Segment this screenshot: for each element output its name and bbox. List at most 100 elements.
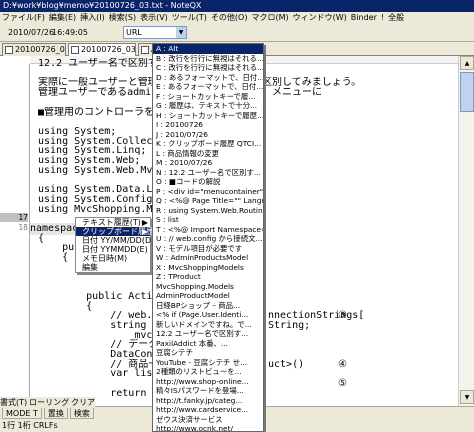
context-menu-item[interactable]: メモ日時(M) xyxy=(76,254,150,263)
clipboard-history-item[interactable]: 日経BPショップ – 商品... xyxy=(153,301,263,311)
chevron-down-icon[interactable]: ▼ xyxy=(176,27,186,38)
clipboard-history-item[interactable]: L : 商品情報の変更 xyxy=(153,149,263,159)
context-menu-label: 日付 YYMMDD(E) xyxy=(82,245,148,254)
menu-item[interactable]: ! xyxy=(381,12,384,24)
menu-item[interactable]: 編集(E) xyxy=(49,12,76,24)
clipboard-history-item[interactable]: 新しいドメインですね。で... xyxy=(153,320,263,330)
clipboard-history-item[interactable]: Q : <%@ Page Title="" Langu... xyxy=(153,196,263,206)
clipboard-history-item[interactable]: P : <div id="menucontainer"... xyxy=(153,187,263,197)
chevron-right-icon: ▶ xyxy=(141,227,148,236)
code-line: using MvcShopping.Models; xyxy=(38,203,154,215)
code-line: using System.Web.Mvc; xyxy=(38,164,154,176)
line-number: 18 xyxy=(18,222,28,232)
clipboard-history-item[interactable]: B : 改行を行行に無視はそれる... xyxy=(153,54,263,64)
status-button[interactable]: 検索 xyxy=(69,407,94,419)
chevron-right-icon: ▶ xyxy=(141,218,148,227)
clipboard-history-item[interactable]: 豆腐シテチ xyxy=(153,348,263,358)
tab-2[interactable]: 20100726_03.txt xyxy=(68,43,136,56)
clipboard-history-item[interactable]: AdminProductModel xyxy=(153,291,263,301)
clipboard-history-item[interactable]: 2種類のリストビューを... xyxy=(153,367,263,377)
status-tool-button[interactable]: ローリング xyxy=(29,397,69,408)
code-line: 12.2 ユーザー名で区別す xyxy=(38,58,154,69)
code-line: 管理ユーザーであるadmin xyxy=(38,87,154,99)
menu-item[interactable]: ウィンドウ(W) xyxy=(293,12,347,24)
clipboard-history-item[interactable]: X : MvcShoppingModels xyxy=(153,263,263,273)
file-icon xyxy=(5,46,13,54)
clipboard-history-item[interactable]: <% if (Page.User.Identi... xyxy=(153,310,263,320)
clipboard-history-item[interactable]: F : ショートカットキーで履... xyxy=(153,92,263,102)
tab-1[interactable]: 20100726_03.txt xyxy=(2,43,66,56)
context-menu-label: メモ日時(M) xyxy=(82,254,128,263)
code-line: ■管理用のコントローラを作 xyxy=(38,106,154,118)
scroll-thumb[interactable] xyxy=(460,72,474,112)
status-tool-button[interactable]: 書式(T) xyxy=(0,397,27,408)
menu-item[interactable]: マクロ(M) xyxy=(251,12,288,24)
context-menu-item[interactable]: テキスト履歴(T) ▶ xyxy=(76,218,150,227)
clipboard-history-item[interactable]: Z : TProduct xyxy=(153,272,263,282)
cursor-position: 1行 1桁 CRLFs xyxy=(2,421,58,430)
clipboard-history-item[interactable]: R : using System.Web.Routin... xyxy=(153,206,263,216)
status-toolbar-top: 書式(T) ローリング クリア xyxy=(0,397,96,408)
mode-select-value: URL xyxy=(126,28,142,37)
line-gutter xyxy=(0,64,30,406)
code-line: var list = fr xyxy=(110,368,154,380)
status-tool-button[interactable]: クリア xyxy=(71,397,95,408)
clipboard-history-item[interactable]: G : 履歴は、テキストで十分... xyxy=(153,101,263,111)
code-line-tail: 、メニューに xyxy=(262,87,322,99)
app-window: D:¥work¥blog¥memo¥20100726_03.txt - Note… xyxy=(0,0,474,432)
clipboard-history-item[interactable]: M : 2010/07/26 xyxy=(153,158,263,168)
menu-item[interactable]: その他(O) xyxy=(211,12,248,24)
tab-label: 20100726_03.txt xyxy=(81,45,136,54)
annotation-number: ④ xyxy=(338,358,347,370)
clipboard-history-item[interactable]: http://www.shop-online... xyxy=(153,377,263,387)
clipboard-history-item[interactable]: YouTube - 豆腐シテチ せ... xyxy=(153,358,263,368)
clipboard-history-item[interactable]: 12.2 ユーザー名で区別す... xyxy=(153,329,263,339)
clipboard-history-item[interactable]: I : 20100726 xyxy=(153,120,263,130)
annotation-number: ⑤ xyxy=(338,378,347,390)
clipboard-history-item[interactable]: ゼウス決済サービス xyxy=(153,415,263,425)
clipboard-history-item[interactable]: T : <%@ Import Namespace="M... xyxy=(153,225,263,235)
context-menu-item[interactable]: クリップボード履歴(C) ▶ xyxy=(76,227,166,236)
clipboard-history-item[interactable]: PaxilAddict 本番、... xyxy=(153,339,263,349)
scroll-down-icon[interactable]: ▼ xyxy=(460,390,474,404)
menu-item[interactable]: ファイル(F) xyxy=(2,12,45,24)
context-menu-label: 編集 xyxy=(82,263,98,272)
status-button[interactable]: MODE T xyxy=(2,407,42,419)
menu-item[interactable]: 検索(S) xyxy=(109,12,136,24)
clipboard-history-item[interactable]: D : あるフォーマットで、日付... xyxy=(153,73,263,83)
tab-label: 20100726_03.txt xyxy=(15,45,65,54)
menu-item[interactable]: ツール(T) xyxy=(172,12,207,24)
clipboard-history-item[interactable]: U : // web.config から接続文... xyxy=(153,234,263,244)
vertical-scrollbar[interactable]: ▲ ▼ xyxy=(458,56,474,406)
clipboard-history-item[interactable]: http://t.fanky.jp/categ... xyxy=(153,396,263,406)
status-button[interactable]: 置換 xyxy=(43,407,68,419)
scroll-up-icon[interactable]: ▲ xyxy=(460,56,474,70)
clipboard-history-item[interactable]: J : 2010/07/26 xyxy=(153,130,263,140)
menu-item[interactable]: 表示(V) xyxy=(140,12,168,24)
clipboard-history-item[interactable]: H : ショートカットキーで履歴... xyxy=(153,111,263,121)
menu-item[interactable]: 挿入(I) xyxy=(80,12,105,24)
mode-select[interactable]: URL ▼ xyxy=(123,26,187,39)
annotation-number: ③ xyxy=(338,310,347,322)
clipboard-history-item[interactable]: K : クリップボード履歴 QTCI... xyxy=(153,139,263,149)
clipboard-history-item[interactable]: MvcShopping.Models xyxy=(153,282,263,292)
clipboard-history-item[interactable]: http://www.cardservice... xyxy=(153,405,263,415)
menu-bar: ファイル(F) 編集(E) 挿入(I) 検索(S) 表示(V) ツール(T) その他(O) マ… xyxy=(0,12,474,24)
context-menu-item[interactable]: 日付 YY/MM/DD(D) xyxy=(76,236,154,245)
clipboard-history-item[interactable]: 精々ISパスワードを登場... xyxy=(153,386,263,396)
clipboard-history-item[interactable]: C : 改行を行行に無視はそれる... xyxy=(153,63,263,73)
clipboard-history-item[interactable]: E : あるフォーマットで、日付... xyxy=(153,82,263,92)
menu-item[interactable]: 全般 xyxy=(388,12,404,24)
clipboard-history-item[interactable]: O : ■コードの解説 xyxy=(153,177,263,187)
clipboard-history-item[interactable]: S : list xyxy=(153,215,263,225)
clipboard-history-item[interactable]: V : モデル項目が必要です xyxy=(153,244,263,254)
clipboard-history-item[interactable]: A : Alt xyxy=(153,44,263,54)
context-menu-item[interactable]: 編集 xyxy=(76,263,150,272)
clipboard-history-item[interactable]: W : AdminProductsModel xyxy=(153,253,263,263)
context-menu-item[interactable]: 日付 YYMMDD(E) xyxy=(76,245,150,254)
toolbar: 2010/07/26 16:49:05 URL ▼ xyxy=(0,24,474,42)
clipboard-history-item[interactable]: http://www.ocnk.net/ xyxy=(153,424,263,431)
menu-item[interactable]: Binder xyxy=(351,12,377,24)
window-title: D:¥work¥blog¥memo¥20100726_03.txt - Note… xyxy=(3,1,202,10)
clipboard-history-item[interactable]: N : 12.2 ユーザー名で区別す... xyxy=(153,168,263,178)
